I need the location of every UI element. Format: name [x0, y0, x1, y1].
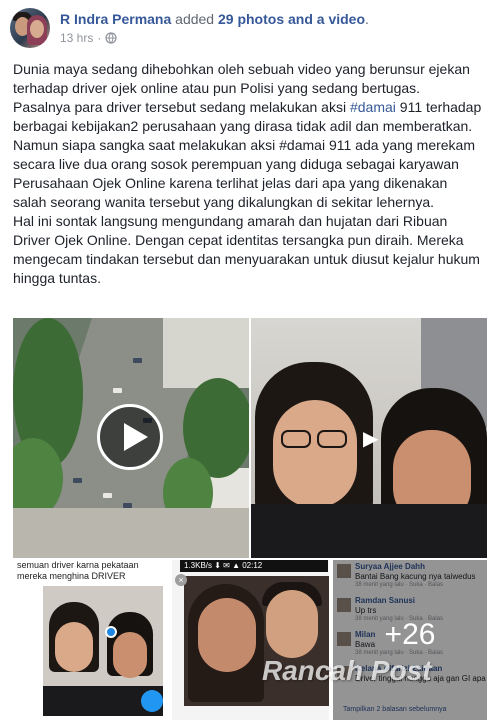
close-icon: ×	[175, 574, 187, 586]
video-thumbnail[interactable]	[13, 318, 249, 558]
play-icon[interactable]	[97, 404, 163, 470]
paragraph-2-start: Pasalnya para driver tersebut sedang mel…	[13, 99, 350, 115]
post-action-suffix: .	[365, 11, 369, 27]
author-line: R Indra Permana added 29 photos and a vi…	[60, 11, 369, 27]
more-photos-count: +26	[384, 618, 436, 651]
chevron-right-icon: ▶	[363, 428, 379, 450]
globe-icon[interactable]	[105, 32, 117, 44]
phone-status-bar: 1.3KB/s ⬇ ✉ ▲ 02:12	[180, 560, 328, 572]
post-header: R Indra Permana added 29 photos and a vi…	[10, 8, 485, 52]
photo-caption: semuan driver karna pekataan mereka meng…	[17, 560, 139, 581]
share-icon	[141, 690, 163, 712]
author-name-link[interactable]: R Indra Permana	[60, 11, 171, 27]
post-body: Dunia maya sedang dihebohkan oleh sebuah…	[13, 60, 483, 288]
profile-photo	[184, 576, 329, 706]
post-paragraph-3: Namun siapa sangka saat melakukan aksi #…	[13, 137, 475, 210]
post-timestamp[interactable]: 13 hrs	[60, 31, 93, 45]
photo-comments-more[interactable]: Suryaa Ajjee Dahh Bantai Bang kacung nya…	[333, 560, 487, 720]
post-meta: 13 hrs ·	[60, 31, 117, 45]
post-paragraph-1: Dunia maya sedang dihebohkan oleh sebuah…	[13, 61, 470, 96]
post-paragraph-2: Pasalnya para driver tersebut sedang mel…	[13, 98, 483, 136]
media-count-link[interactable]: 29 photos and a video	[218, 11, 365, 27]
record-icon	[105, 626, 117, 638]
hashtag-damai-link[interactable]: #damai	[350, 99, 396, 115]
meta-separator: ·	[97, 31, 102, 45]
post-action-text: added	[175, 11, 215, 27]
photo-screenshot-live[interactable]: semuan driver karna pekataan mereka meng…	[13, 560, 168, 720]
post-paragraph-4: Hal ini sontak langsung mengundang amara…	[13, 213, 480, 286]
photo-screenshot-profile[interactable]: 1.3KB/s ⬇ ✉ ▲ 02:12 ×	[172, 560, 329, 720]
author-avatar[interactable]	[10, 8, 50, 48]
photo-selfie[interactable]: ▶	[251, 318, 487, 558]
more-photos-overlay[interactable]: +26	[333, 560, 487, 720]
